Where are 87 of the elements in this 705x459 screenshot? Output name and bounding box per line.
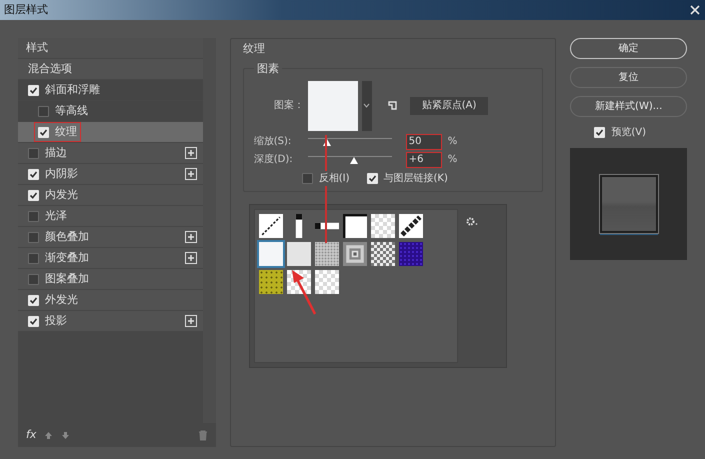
fx-button[interactable]: fx (26, 426, 36, 444)
checkbox[interactable] (28, 294, 39, 306)
item-label: 颜色叠加 (45, 228, 89, 245)
item-label: 图案叠加 (45, 270, 89, 287)
item-label: 光泽 (45, 208, 67, 224)
style-list-item[interactable]: 混合选项 (18, 59, 203, 80)
option-checkbox[interactable]: 反相(I) (302, 170, 351, 186)
close-icon[interactable] (689, 4, 701, 16)
value-field[interactable]: 50 (406, 134, 441, 148)
pattern-swatch[interactable] (258, 270, 283, 294)
window-title: 图层样式 (4, 2, 48, 18)
add-icon[interactable] (184, 231, 197, 243)
pattern-label: 图案： (272, 98, 304, 113)
pattern-swatch[interactable] (370, 242, 395, 266)
style-list-item[interactable]: 描边 (18, 143, 203, 164)
slider-label: 缩放(S): (254, 134, 292, 149)
style-list-item[interactable]: 外发光 (18, 290, 203, 311)
preview-checkbox[interactable]: 预览(V) (594, 125, 687, 140)
item-label: 混合选项 (28, 60, 72, 77)
item-label: 描边 (45, 144, 67, 161)
checkbox[interactable] (28, 316, 39, 326)
checkbox[interactable] (28, 252, 39, 264)
unit-label: % (448, 153, 458, 167)
pattern-swatch[interactable] (314, 242, 339, 266)
pattern-swatch[interactable] (286, 242, 311, 266)
group-title: 图素 (254, 60, 282, 77)
pattern-swatch[interactable] (398, 214, 423, 238)
pattern-swatch[interactable] (258, 214, 283, 238)
checkbox[interactable] (28, 84, 39, 96)
style-list-item[interactable]: 纹理 (18, 122, 203, 143)
checkbox[interactable] (38, 126, 49, 138)
down-arrow-icon[interactable] (61, 430, 70, 440)
checkbox[interactable] (28, 210, 39, 222)
dialog-button[interactable]: 新建样式(W)... (570, 96, 687, 117)
value-field[interactable]: +6 (406, 152, 441, 166)
chevron-down-icon (363, 103, 370, 108)
up-arrow-icon[interactable] (44, 430, 54, 440)
pattern-swatch[interactable] (342, 214, 367, 238)
pattern-swatch[interactable] (314, 270, 339, 294)
item-label: 斜面和浮雕 (45, 82, 100, 98)
checkbox[interactable] (28, 168, 39, 180)
scrollbar[interactable] (202, 38, 216, 423)
checkbox[interactable] (38, 106, 49, 116)
preview-label: 预览(V) (611, 126, 646, 140)
checkbox[interactable] (28, 190, 39, 200)
dialog-button[interactable]: 复位 (570, 67, 687, 88)
gear-icon[interactable] (466, 216, 478, 226)
item-label: 外发光 (45, 292, 78, 308)
checkbox[interactable] (28, 274, 39, 284)
style-list-item[interactable]: 内阴影 (18, 164, 203, 185)
style-list-item[interactable]: 颜色叠加 (18, 227, 203, 248)
section-title: 纹理 (242, 41, 266, 57)
checkbox[interactable] (366, 172, 378, 184)
style-list-item[interactable]: 图案叠加 (18, 269, 203, 290)
checkbox[interactable] (28, 148, 39, 158)
checkbox[interactable] (28, 232, 39, 242)
snap-to-origin-button[interactable]: 贴紧原点(A) (410, 96, 488, 114)
unit-label: % (448, 135, 458, 149)
style-list-item[interactable]: 内发光 (18, 185, 203, 206)
pattern-swatch[interactable] (258, 242, 283, 266)
style-list-item[interactable]: 渐变叠加 (18, 248, 203, 269)
style-list-item[interactable]: 光泽 (18, 206, 203, 227)
checkbox[interactable] (594, 127, 606, 138)
item-label: 内阴影 (45, 166, 78, 182)
option-checkbox[interactable]: 与图层链接(K) (366, 170, 449, 186)
item-label: 内发光 (45, 186, 78, 203)
checkbox[interactable] (302, 172, 313, 184)
option-label: 反相(I) (318, 170, 351, 186)
style-list-item[interactable]: 投影 (18, 311, 203, 332)
pattern-swatch[interactable] (398, 242, 423, 266)
pattern-swatch[interactable] (370, 214, 395, 238)
item-label: 渐变叠加 (45, 250, 89, 266)
add-icon[interactable] (184, 315, 197, 327)
add-icon[interactable] (184, 147, 197, 159)
option-label: 与图层链接(K) (382, 170, 449, 186)
pattern-swatch[interactable] (342, 242, 367, 266)
add-icon[interactable] (184, 168, 197, 180)
preview-thumbnail (600, 175, 658, 233)
slider-label: 深度(D): (254, 152, 294, 167)
add-icon[interactable] (184, 252, 197, 264)
new-preset-icon[interactable] (388, 100, 398, 110)
slider-thumb[interactable] (350, 156, 358, 164)
item-label: 纹理 (55, 124, 77, 140)
styles-heading: 样式 (18, 38, 203, 59)
item-label: 等高线 (55, 102, 88, 119)
item-label: 投影 (45, 312, 67, 329)
dialog-button[interactable]: 确定 (570, 38, 687, 59)
